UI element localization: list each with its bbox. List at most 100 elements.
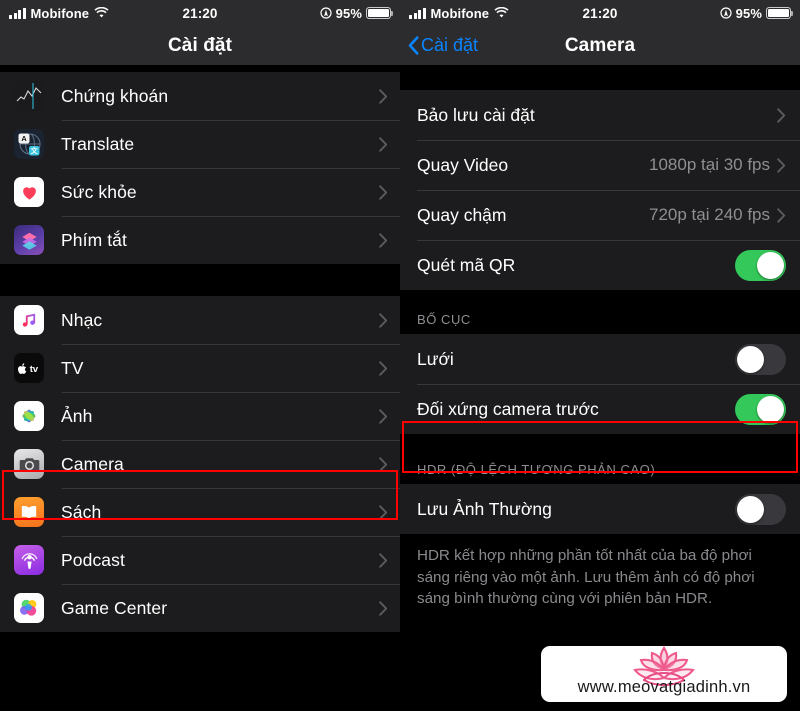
chevron-right-icon [379, 504, 388, 520]
sidebar-item-label: Camera [61, 453, 124, 474]
carrier-label: Mobifone [30, 5, 90, 21]
chevron-left-icon [408, 36, 419, 55]
toggle-keep-normal-photo[interactable] [735, 493, 786, 525]
health-app-icon [14, 177, 44, 207]
status-bar-right-cluster: 95% [720, 6, 800, 21]
watermark-badge: www.meovatgiadinh.vn [541, 646, 787, 702]
sidebar-item-label: Ảnh [61, 405, 93, 426]
sidebar-item-camera[interactable]: Camera [0, 440, 400, 488]
camera-settings-group-1: Bảo lưu cài đặt Quay Video 1080p tại 30 … [400, 90, 800, 290]
sidebar-item-label: Sức khỏe [61, 181, 137, 202]
row-label: Quay Video [417, 154, 509, 175]
group-separator-gap [0, 264, 400, 296]
hdr-footer-note: HDR kết hợp những phần tốt nhất của ba đ… [400, 534, 800, 610]
camera-app-icon [14, 449, 44, 479]
sidebar-item-label: Game Center [61, 597, 168, 618]
sidebar-item-label: Translate [61, 133, 135, 154]
chevron-right-icon [379, 312, 388, 328]
chevron-right-icon [379, 600, 388, 616]
nav-bar-right: Cài đặt Camera [400, 26, 800, 65]
list-top-gap [0, 65, 400, 72]
sidebar-item-stocks[interactable]: Chứng khoán [0, 72, 400, 120]
stocks-app-icon [14, 81, 44, 111]
status-bar-left: Mobifone 21:20 95% [0, 0, 400, 26]
sidebar-item-podcast[interactable]: Podcast [0, 536, 400, 584]
sidebar-item-tv[interactable]: tv TV [0, 344, 400, 392]
chevron-right-icon [379, 232, 388, 248]
sidebar-item-shortcuts[interactable]: Phím tắt [0, 216, 400, 264]
sidebar-item-game-center[interactable]: Game Center [0, 584, 400, 632]
sidebar-item-label: Sách [61, 501, 102, 522]
svg-text:A: A [21, 134, 27, 143]
chevron-right-icon [379, 408, 388, 424]
row-value: 720p tại 240 fps [649, 205, 770, 224]
chevron-right-icon [379, 360, 388, 376]
battery-percent-label: 95% [735, 5, 762, 21]
music-app-icon [14, 305, 44, 335]
gamecenter-app-icon [14, 593, 44, 623]
row-label: Quét mã QR [417, 254, 516, 275]
sidebar-item-photos[interactable]: Ảnh [0, 392, 400, 440]
row-label: Đối xứng camera trước [417, 398, 599, 419]
wifi-icon [494, 7, 509, 19]
chevron-right-icon [379, 88, 388, 104]
chevron-right-icon [777, 157, 786, 173]
row-label: Lưới [417, 348, 454, 369]
row-grid[interactable]: Lưới [400, 334, 800, 384]
toggle-scan-qr-codes[interactable] [735, 249, 786, 281]
nav-bar-left: Cài đặt [0, 26, 400, 65]
signal-bars-icon [409, 7, 426, 19]
status-bar-left-cluster: Mobifone [400, 6, 509, 21]
battery-icon [766, 7, 794, 19]
translate-app-icon: A 文 [14, 129, 44, 159]
toggle-grid[interactable] [735, 343, 786, 375]
back-button[interactable]: Cài đặt [400, 35, 478, 56]
right-pane-camera-settings: Mobifone 21:20 95% Cài đặt Camera Bảo lư… [400, 0, 800, 711]
location-arrow-icon [720, 7, 732, 19]
row-mirror-front-camera[interactable]: Đối xứng camera trước [400, 384, 800, 434]
sidebar-item-label: Nhạc [61, 309, 103, 330]
row-label: Bảo lưu cài đặt [417, 104, 535, 125]
shortcuts-app-icon [14, 225, 44, 255]
chevron-right-icon [379, 456, 388, 472]
chevron-right-icon [777, 107, 786, 123]
row-label: Lưu Ảnh Thường [417, 498, 552, 519]
sidebar-item-music[interactable]: Nhạc [0, 296, 400, 344]
dual-phone-screenshot: Mobifone 21:20 95% Cài đặt Chứng khoán A… [0, 0, 800, 711]
watermark-url-label: www.meovatgiadinh.vn [577, 678, 751, 696]
settings-group-apps-2: Nhạc tv TV Ảnh Camera Sách Podcast Game … [0, 296, 400, 632]
status-bar-right-cluster: 95% [320, 6, 400, 21]
row-record-video[interactable]: Quay Video 1080p tại 30 fps [400, 140, 800, 190]
chevron-right-icon [379, 184, 388, 200]
podcast-app-icon [14, 545, 44, 575]
chevron-right-icon [379, 552, 388, 568]
status-bar-right: Mobifone 21:20 95% [400, 0, 800, 26]
sidebar-item-translate[interactable]: A 文 Translate [0, 120, 400, 168]
status-bar-left-cluster: Mobifone [0, 6, 109, 21]
chevron-right-icon [777, 207, 786, 223]
row-preserve-settings[interactable]: Bảo lưu cài đặt [400, 90, 800, 140]
svg-text:tv: tv [30, 364, 39, 375]
page-title-settings: Cài đặt [167, 34, 233, 56]
svg-text:文: 文 [31, 146, 39, 155]
list-top-gap [400, 65, 800, 90]
location-arrow-icon [320, 7, 332, 19]
row-record-slo-mo[interactable]: Quay chậm 720p tại 240 fps [400, 190, 800, 240]
row-scan-qr-codes[interactable]: Quét mã QR [400, 240, 800, 290]
sidebar-item-books[interactable]: Sách [0, 488, 400, 536]
battery-icon [366, 7, 394, 19]
carrier-label: Mobifone [430, 5, 490, 21]
battery-percent-label: 95% [335, 5, 362, 21]
row-label: Quay chậm [417, 204, 507, 225]
row-keep-normal-photo[interactable]: Lưu Ảnh Thường [400, 484, 800, 534]
back-button-label: Cài đặt [421, 35, 479, 55]
sidebar-item-label: Phím tắt [61, 229, 127, 250]
row-value: 1080p tại 30 fps [649, 155, 770, 174]
wifi-icon [94, 7, 109, 19]
sidebar-item-health[interactable]: Sức khỏe [0, 168, 400, 216]
left-pane-settings: Mobifone 21:20 95% Cài đặt Chứng khoán A… [0, 0, 400, 711]
section-header-layout: BỐ CỤC [400, 312, 800, 334]
tv-app-icon: tv [14, 353, 44, 383]
books-app-icon [14, 497, 44, 527]
toggle-mirror-front-camera[interactable] [735, 393, 786, 425]
